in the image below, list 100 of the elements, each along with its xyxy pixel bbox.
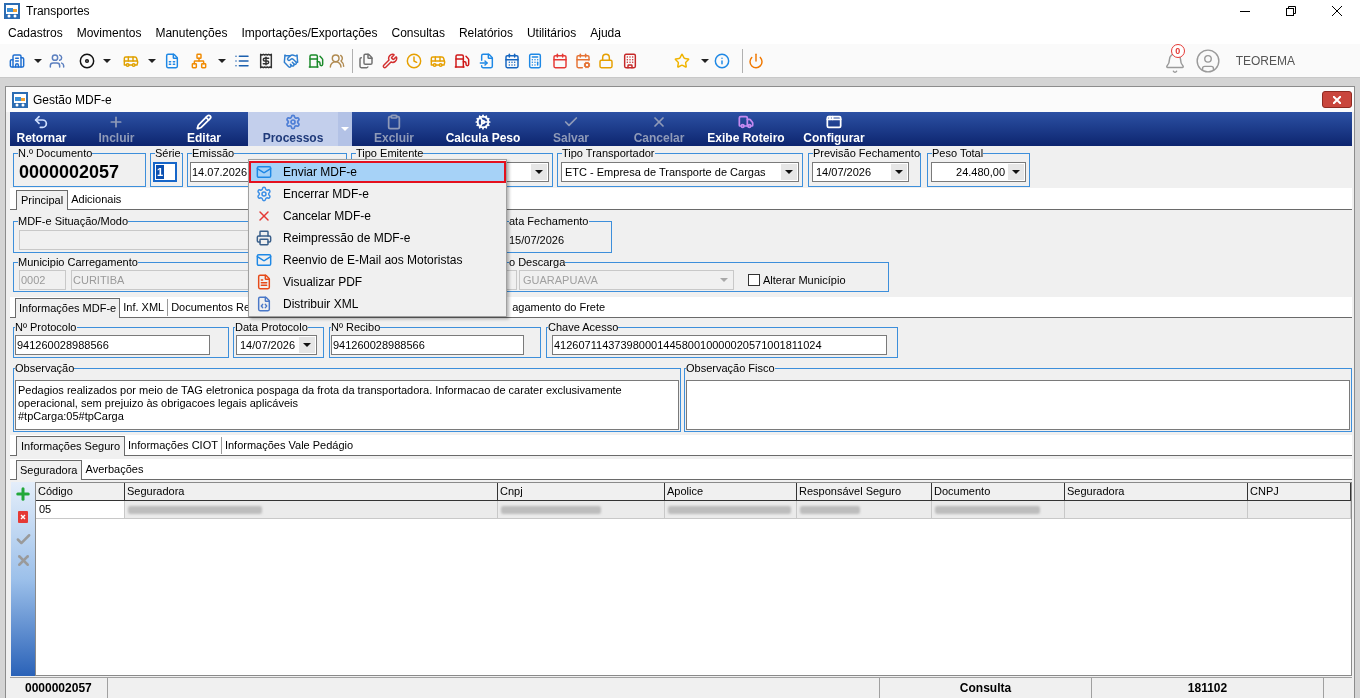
calculate-weight-button[interactable]: Calcula Peso xyxy=(442,112,524,146)
wrench-icon[interactable] xyxy=(382,52,398,69)
text-field[interactable]: 41260711437398000144580010000020571001811024 xyxy=(552,335,887,355)
disc-icon[interactable] xyxy=(79,52,95,69)
caret-icon[interactable] xyxy=(535,170,543,174)
tab[interactable]: Seguradora xyxy=(16,460,82,480)
close-icon xyxy=(1333,95,1341,104)
delete-icon[interactable] xyxy=(18,511,28,523)
file-arrow-icon[interactable] xyxy=(479,52,495,69)
menu-item[interactable]: Encerrar MDF-e xyxy=(249,183,506,205)
return-button[interactable]: Retornar xyxy=(13,112,70,146)
text-field[interactable]: 1 xyxy=(153,162,177,182)
text-field[interactable]: 941260028988566 xyxy=(15,335,210,355)
caret-icon[interactable] xyxy=(148,58,156,63)
calendar-gear-icon[interactable] xyxy=(575,52,591,69)
dropdown-field[interactable]: 14/07/2026 xyxy=(812,162,909,182)
configure-button[interactable]: Configurar xyxy=(800,112,868,146)
table-row[interactable]: 05 xyxy=(36,501,1351,519)
caret-icon[interactable] xyxy=(34,58,42,63)
tab[interactable]: Adicionais xyxy=(68,191,125,208)
calculator-icon[interactable] xyxy=(527,52,543,69)
user-name: TEOREMA xyxy=(1235,52,1295,70)
menu-bar-item[interactable]: Manutenções xyxy=(148,24,235,42)
tab[interactable]: agamento do Frete xyxy=(512,299,610,316)
tab[interactable]: Inf. XML xyxy=(120,299,169,316)
people-icon[interactable] xyxy=(49,52,65,69)
field-label: o Descarga xyxy=(509,256,566,268)
info-icon[interactable] xyxy=(714,52,730,69)
caret-icon[interactable] xyxy=(895,170,903,174)
maximize-icon[interactable] xyxy=(1286,6,1296,16)
files-icon[interactable] xyxy=(358,52,374,69)
caret-icon[interactable] xyxy=(785,170,793,174)
receipt-icon[interactable] xyxy=(258,52,274,69)
dropdown-field[interactable]: 24.480,00 xyxy=(931,162,1026,182)
power-icon[interactable] xyxy=(748,52,764,69)
caret-icon[interactable] xyxy=(103,58,111,63)
close-icon[interactable] xyxy=(1332,6,1342,16)
field-label: Chave Acesso xyxy=(548,321,619,333)
tab[interactable]: Principal xyxy=(16,190,69,210)
hierarchy-icon[interactable] xyxy=(191,52,207,69)
menu-item[interactable]: Reenvio de E-Mail aos Motoristas xyxy=(249,249,506,271)
field-label: Nº Protocolo xyxy=(15,321,77,333)
plus-icon[interactable] xyxy=(14,485,32,503)
menu-bar-item[interactable]: Utilitários xyxy=(519,24,584,42)
caret-icon[interactable] xyxy=(218,58,226,63)
handshake-icon[interactable] xyxy=(283,52,299,69)
tab[interactable]: Informações Seguro xyxy=(16,436,126,456)
column-header[interactable]: Seguradora xyxy=(125,483,498,500)
menu-bar-item[interactable]: Relatórios xyxy=(451,24,520,42)
tab[interactable]: Informações Vale Pedágio xyxy=(221,437,357,454)
calendar-icon[interactable] xyxy=(504,52,520,69)
column-header[interactable]: Responsável Seguro xyxy=(797,483,932,500)
dropdown-field[interactable]: ETC - Empresa de Transporte de Cargas xyxy=(561,162,799,182)
column-header[interactable]: Código xyxy=(36,483,125,500)
document-icon xyxy=(256,274,272,290)
column-header[interactable]: Cnpj xyxy=(498,483,665,500)
menu-item[interactable]: Enviar MDF-e xyxy=(249,161,506,183)
fuel-pump-icon[interactable] xyxy=(308,52,324,69)
menu-item[interactable]: Distribuir XML xyxy=(249,293,506,315)
column-header[interactable]: CNPJ xyxy=(1248,483,1351,500)
caret-icon[interactable] xyxy=(1012,170,1020,174)
text-area[interactable] xyxy=(686,380,1350,430)
dropdown-field[interactable]: 14/07/2026 xyxy=(236,335,317,355)
notification-bell-icon[interactable] xyxy=(1163,52,1186,74)
user-avatar-icon[interactable] xyxy=(1194,47,1221,74)
spreadsheet-icon[interactable] xyxy=(164,52,180,69)
menu-item[interactable]: Reimpressão de MDF-e xyxy=(249,227,506,249)
menu-bar-item[interactable]: Ajuda xyxy=(583,24,628,42)
route-button[interactable]: Exibe Roteiro xyxy=(704,112,788,146)
edit-button[interactable]: Editar xyxy=(184,112,224,146)
field-label: ata Fechamento xyxy=(509,215,589,227)
menu-item[interactable]: Cancelar MDF-e xyxy=(249,205,506,227)
close-button[interactable] xyxy=(1322,91,1352,108)
building-icon[interactable] xyxy=(622,52,638,69)
text-field[interactable]: 941260028988566 xyxy=(331,335,524,355)
fuel-pump-icon[interactable] xyxy=(454,52,470,69)
caret-icon[interactable] xyxy=(303,343,311,347)
tab[interactable]: Informações CIOT xyxy=(125,437,222,454)
minimize-icon[interactable] xyxy=(1240,10,1250,12)
tab[interactable]: Informações MDF-e xyxy=(15,298,121,318)
status-text: 0000002057 xyxy=(25,680,92,697)
star-icon[interactable] xyxy=(674,52,690,69)
clipboard-icon xyxy=(386,113,402,130)
caret-icon[interactable] xyxy=(701,58,709,63)
printer-icon xyxy=(256,230,272,246)
column-header[interactable]: Apolice xyxy=(665,483,797,500)
column-header[interactable]: Documento xyxy=(932,483,1065,500)
menu-bar-item[interactable]: Movimentos xyxy=(69,24,149,42)
processes-button[interactable]: Processos xyxy=(248,112,338,146)
building-icon[interactable] xyxy=(9,52,25,69)
checkbox-label: Alterar Município xyxy=(763,272,846,288)
text-area[interactable]: Pedagios realizados por meio de TAG eletronica pospaga da frota da transportadora. Informacao de carater exclusivamente operacional, sem prejuizo às obrigacoes legais aplicáveis #tpCarga:05#tpCarga xyxy=(15,380,679,430)
tab[interactable]: Averbações xyxy=(81,461,148,478)
column-header[interactable]: Seguradora xyxy=(1065,483,1248,500)
people-icon[interactable] xyxy=(329,52,345,69)
menu-bar-item[interactable]: Consultas xyxy=(384,24,452,42)
calendar-icon[interactable] xyxy=(552,52,568,69)
field-label: Municipio Carregamento xyxy=(18,256,138,268)
menu-bar-item[interactable]: Cadastros xyxy=(1,24,70,42)
menu-bar-item[interactable]: Importações/Exportações xyxy=(234,24,385,42)
